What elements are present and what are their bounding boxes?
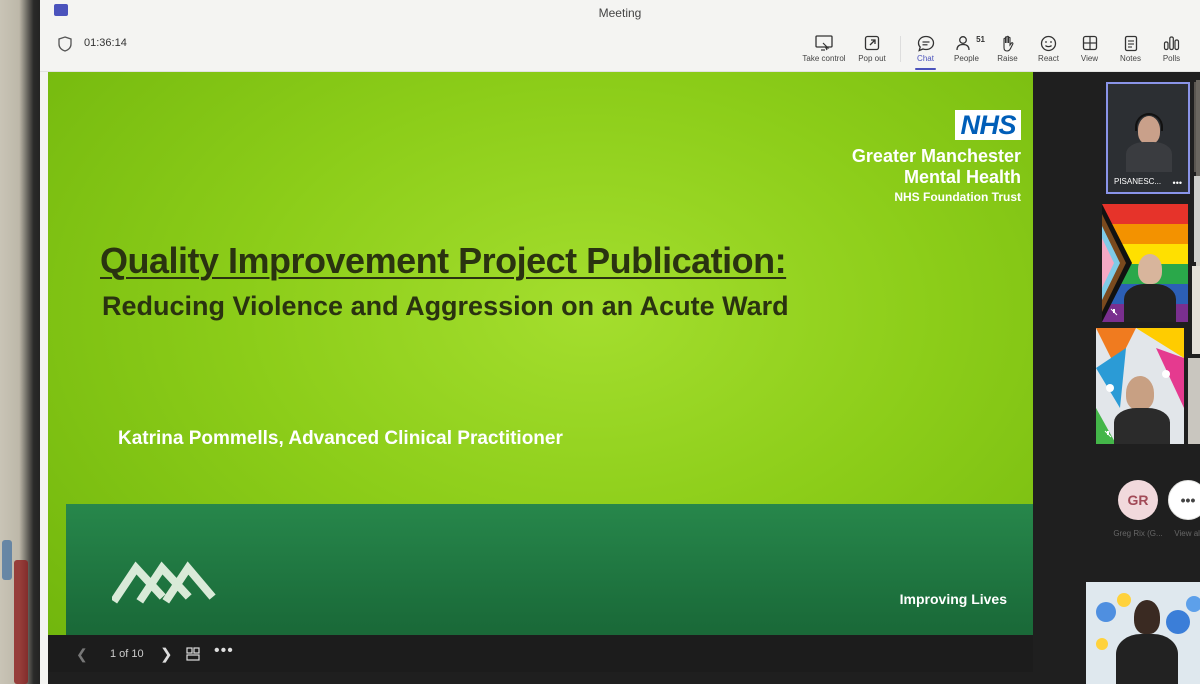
desk-object bbox=[2, 540, 12, 580]
slide-navigation-bar: ❮ 1 of 10 ❯ ••• bbox=[48, 635, 1033, 672]
participant-avatar-tile[interactable]: GR Greg Rix (G... bbox=[1098, 480, 1178, 538]
participant-video-body bbox=[1124, 284, 1176, 322]
participant-video bbox=[1126, 376, 1154, 410]
polls-label: Polls bbox=[1162, 54, 1181, 63]
slide-subtitle: Reducing Violence and Aggression on an A… bbox=[102, 291, 789, 321]
slide-slogan: Improving Lives bbox=[899, 591, 1007, 607]
take-control-label: Take control bbox=[802, 54, 846, 63]
pop-out-button[interactable]: Pop out bbox=[848, 26, 896, 72]
participant-video-body bbox=[1114, 408, 1170, 444]
trust-wave-logo bbox=[112, 561, 216, 604]
meeting-stage: NHS Greater Manchester Mental Health NHS… bbox=[48, 72, 1200, 684]
avatar: GR bbox=[1118, 480, 1158, 520]
participant-video-body bbox=[1126, 142, 1172, 172]
participant-tile[interactable] bbox=[1194, 176, 1200, 262]
participants-gallery: PISANESC... ••• GR Greg Rix (G... ••• Vi… bbox=[1040, 72, 1200, 684]
next-slide-chevron-icon[interactable]: ❯ bbox=[160, 645, 173, 663]
previous-slide-chevron-icon[interactable]: ❮ bbox=[76, 646, 88, 663]
slide-page-indicator: 1 of 10 bbox=[110, 648, 144, 660]
shield-icon bbox=[58, 36, 72, 52]
participant-tile[interactable] bbox=[1196, 80, 1200, 180]
slide-grid-view-icon[interactable] bbox=[186, 647, 200, 661]
nhs-logo-mark: NHS bbox=[955, 110, 1021, 140]
notes-label: Notes bbox=[1120, 54, 1141, 63]
pop-out-label: Pop out bbox=[858, 54, 886, 63]
raise-label: Raise bbox=[997, 54, 1018, 63]
take-control-icon bbox=[815, 35, 833, 51]
org-name-line3: NHS Foundation Trust bbox=[894, 190, 1021, 204]
chat-button[interactable]: Chat bbox=[905, 26, 946, 72]
muted-mic-icon bbox=[1110, 308, 1118, 316]
participant-name: PISANESC... bbox=[1114, 177, 1162, 186]
view-all-button[interactable]: ••• View all bbox=[1168, 480, 1200, 538]
participant-tile[interactable] bbox=[1096, 328, 1184, 444]
headset-icon bbox=[1135, 113, 1163, 131]
react-button[interactable]: React bbox=[1028, 26, 1069, 72]
meeting-timer: 01:36:14 bbox=[84, 37, 127, 49]
more-options-icon[interactable]: ••• bbox=[214, 642, 234, 660]
participant-name: Greg Rix (G... bbox=[1113, 529, 1163, 538]
raise-hand-button[interactable]: Raise bbox=[987, 26, 1028, 72]
muted-mic-icon bbox=[1104, 430, 1112, 438]
title-bar: Meeting bbox=[40, 0, 1200, 26]
react-label: React bbox=[1038, 54, 1059, 63]
participant-tile[interactable] bbox=[1086, 582, 1200, 684]
pop-out-icon bbox=[864, 35, 880, 51]
teams-window: Meeting 01:36:14 Take control Pop out Ch… bbox=[40, 0, 1200, 684]
participant-more-icon[interactable]: ••• bbox=[1173, 178, 1182, 188]
polls-button[interactable]: Polls bbox=[1151, 26, 1192, 72]
react-smiley-icon bbox=[1040, 35, 1057, 51]
view-all-label: View all bbox=[1174, 529, 1200, 538]
org-name-line2: Mental Health bbox=[903, 167, 1021, 187]
nhs-trust-logo: NHS Greater Manchester Mental Health NHS… bbox=[852, 110, 1021, 206]
chat-label: Chat bbox=[917, 54, 934, 63]
people-icon bbox=[955, 36, 970, 51]
people-count: 51 bbox=[976, 35, 985, 44]
notes-icon bbox=[1124, 35, 1137, 51]
shared-slide: NHS Greater Manchester Mental Health NHS… bbox=[48, 72, 1033, 672]
participant-tile[interactable] bbox=[1192, 266, 1200, 354]
people-label: People bbox=[954, 54, 979, 63]
participant-video-body bbox=[1116, 634, 1178, 684]
polls-icon bbox=[1163, 36, 1180, 51]
desk-object bbox=[14, 560, 28, 684]
meeting-toolbar: 01:36:14 Take control Pop out Chat 51 Pe… bbox=[40, 26, 1200, 72]
slide-title: Quality Improvement Project Publication: bbox=[100, 240, 787, 281]
participant-video bbox=[1138, 254, 1162, 284]
slide-author: Katrina Pommells, Advanced Clinical Prac… bbox=[118, 428, 563, 449]
view-grid-icon bbox=[1082, 35, 1097, 51]
window-title: Meeting bbox=[598, 6, 642, 20]
notes-button[interactable]: Notes bbox=[1110, 26, 1151, 72]
view-label: View bbox=[1080, 54, 1099, 63]
more-participants-icon: ••• bbox=[1168, 480, 1200, 520]
participant-tile[interactable] bbox=[1188, 358, 1200, 444]
toolbar-divider bbox=[900, 36, 901, 62]
participant-tile[interactable] bbox=[1102, 204, 1188, 322]
participant-tile-active-speaker[interactable]: PISANESC... ••• bbox=[1106, 82, 1190, 194]
participant-video bbox=[1134, 600, 1160, 634]
chat-icon bbox=[917, 35, 934, 52]
org-name-line1: Greater Manchester bbox=[851, 146, 1021, 166]
view-button[interactable]: View bbox=[1069, 26, 1110, 72]
raise-hand-icon bbox=[1002, 35, 1013, 52]
take-control-button[interactable]: Take control bbox=[800, 26, 848, 72]
people-button[interactable]: 51 People bbox=[946, 26, 987, 72]
